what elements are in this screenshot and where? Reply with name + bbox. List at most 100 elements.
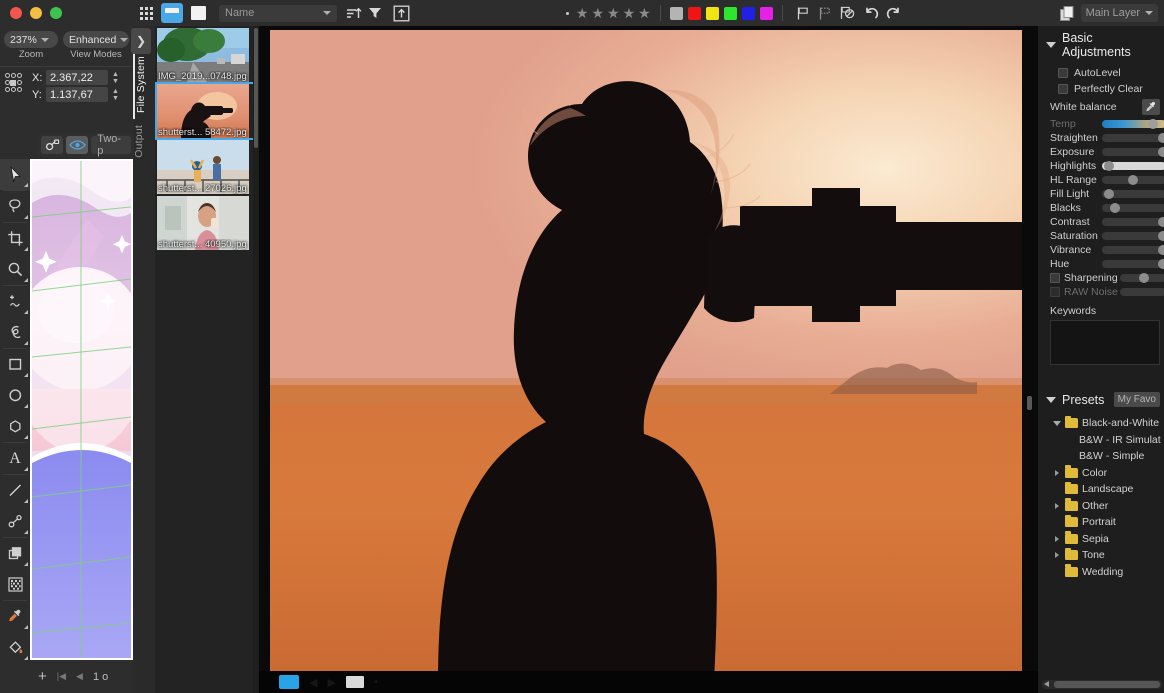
slider-row-exposure[interactable]: Exposure	[1038, 145, 1164, 159]
lock-toggle-button[interactable]	[41, 136, 64, 154]
bottom-view-icon[interactable]	[345, 676, 364, 688]
grid-view-button[interactable]	[135, 3, 157, 23]
export-button[interactable]	[390, 2, 412, 24]
blacks-slider-knob[interactable]	[1109, 203, 1120, 213]
pattern-tool[interactable]	[0, 569, 30, 600]
raw-noise-slider-track[interactable]	[1120, 287, 1164, 297]
zoom-level-dropdown[interactable]: 237%	[4, 31, 58, 48]
line-tool[interactable]	[0, 475, 30, 506]
slider-row-sharpening[interactable]: Sharpening	[1038, 271, 1164, 285]
color-label-yellow[interactable]	[705, 6, 719, 20]
sort-field-dropdown[interactable]: Name	[219, 4, 337, 22]
star-3-icon[interactable]: ★	[607, 5, 620, 22]
hl-range-slider-track[interactable]	[1102, 175, 1164, 185]
chevron-down-icon[interactable]	[1046, 42, 1056, 48]
disclosure-triangle[interactable]	[1052, 469, 1061, 476]
color-label-group[interactable]	[669, 6, 773, 20]
vibrance-slider-knob[interactable]	[1157, 245, 1164, 255]
hue-slider-knob[interactable]	[1157, 259, 1164, 269]
single-view-button[interactable]	[187, 3, 209, 23]
temp-slider-track[interactable]	[1102, 119, 1164, 129]
preset-folder-portrait[interactable]: Portrait	[1038, 514, 1164, 531]
flag-pick-button[interactable]	[792, 2, 814, 24]
fill-light-slider-track[interactable]	[1102, 189, 1164, 199]
keywords-input[interactable]	[1050, 320, 1160, 365]
highlights-slider-track[interactable]	[1102, 161, 1164, 171]
minimize-window-button[interactable]	[30, 7, 42, 19]
filmstrip-view-button[interactable]	[161, 3, 183, 23]
perfectly-clear-checkbox[interactable]	[1058, 84, 1068, 94]
coord-x-stepper[interactable]: ▲ ▼	[112, 71, 119, 85]
tab-output[interactable]: Output	[133, 119, 155, 164]
slider-row-hl-range[interactable]: HL Range	[1038, 173, 1164, 187]
anchor-point-icon[interactable]	[4, 72, 28, 100]
raw-noise-checkbox[interactable]	[1050, 287, 1060, 297]
bottom-nav-next-icon[interactable]: ▶	[327, 676, 335, 689]
eyedropper-tool[interactable]	[0, 601, 30, 632]
move-tool[interactable]	[0, 159, 30, 190]
autolevel-checkbox-row[interactable]: AutoLevel	[1038, 65, 1164, 81]
color-label-green[interactable]	[723, 6, 737, 20]
bottom-extra-icon[interactable]: ▪	[374, 676, 378, 688]
prev-layer-button[interactable]: ◀	[76, 671, 83, 682]
tab-file-system[interactable]: File System	[133, 50, 155, 120]
thumbnail-item[interactable]: shutterst... 40950.jpg	[157, 196, 255, 250]
disclosure-triangle[interactable]	[1052, 552, 1061, 559]
preset-item-bw-ir-simulation[interactable]: B&W - IR Simulat	[1038, 432, 1164, 449]
thumbnail-item[interactable]: shutterst... 27026.jpg	[157, 140, 255, 194]
panel-expander-button[interactable]: ❯	[131, 28, 151, 54]
presets-header[interactable]: Presets My Favo	[1038, 387, 1164, 411]
preset-folder-color[interactable]: Color	[1038, 465, 1164, 482]
coord-y-input[interactable]: 1.137,67	[46, 87, 108, 102]
slider-row-saturation[interactable]: Saturation	[1038, 229, 1164, 243]
perfectly-clear-checkbox-row[interactable]: Perfectly Clear	[1038, 81, 1164, 97]
slider-row-hue[interactable]: Hue	[1038, 257, 1164, 271]
highlights-slider-knob[interactable]	[1103, 161, 1114, 171]
zoom-tool[interactable]	[0, 254, 30, 285]
presets-horizontal-scrollbar[interactable]	[1042, 680, 1162, 689]
basic-adjustments-header[interactable]: Basic Adjustments	[1038, 26, 1164, 65]
straighten-slider-knob[interactable]	[1157, 133, 1164, 143]
disclosure-triangle[interactable]	[1052, 535, 1061, 542]
hue-slider-track[interactable]	[1102, 259, 1164, 269]
canvas-split-handle[interactable]	[1027, 396, 1032, 410]
undo-button[interactable]	[861, 2, 883, 24]
coord-x-input[interactable]: 2.367,22	[46, 70, 108, 85]
flag-none-button[interactable]	[836, 2, 858, 24]
disclosure-triangle[interactable]	[1052, 420, 1061, 426]
color-label-red[interactable]	[687, 6, 701, 20]
preset-folder-black-and-white[interactable]: Black-and-White	[1038, 415, 1164, 432]
rating-clear-dot[interactable]	[565, 11, 569, 15]
color-label-blue[interactable]	[741, 6, 755, 20]
curve-tool[interactable]	[0, 317, 30, 348]
vibrance-slider-track[interactable]	[1102, 245, 1164, 255]
slider-row-straighten[interactable]: Straighten	[1038, 131, 1164, 145]
first-layer-button[interactable]: |◀	[57, 671, 66, 682]
white-balance-picker-button[interactable]	[1142, 99, 1160, 115]
sharpening-checkbox[interactable]	[1050, 273, 1060, 283]
preset-folder-other[interactable]: Other	[1038, 498, 1164, 515]
layer-preview-canvas[interactable]: Two-p	[30, 133, 134, 660]
rating-control[interactable]: ★ ★ ★ ★ ★	[565, 5, 651, 22]
slider-row-blacks[interactable]: Blacks	[1038, 201, 1164, 215]
preset-folder-tone[interactable]: Tone	[1038, 547, 1164, 564]
slider-row-raw-noise[interactable]: RAW Noise	[1038, 285, 1164, 299]
preset-folder-wedding[interactable]: Wedding	[1038, 564, 1164, 581]
chevron-down-icon[interactable]	[1046, 396, 1056, 403]
blend-mode-dropdown[interactable]: Two-p	[91, 133, 131, 157]
polygon-tool[interactable]	[0, 411, 30, 442]
coord-y-stepper[interactable]: ▲ ▼	[112, 88, 119, 102]
layer-tool[interactable]	[0, 538, 30, 569]
exposure-slider-knob[interactable]	[1157, 147, 1164, 157]
layer-selector-dropdown[interactable]: Main Layer	[1080, 4, 1159, 22]
slider-row-vibrance[interactable]: Vibrance	[1038, 243, 1164, 257]
straighten-slider-track[interactable]	[1102, 133, 1164, 143]
contrast-slider-knob[interactable]	[1157, 217, 1164, 227]
filter-button[interactable]	[364, 2, 386, 24]
star-2-icon[interactable]: ★	[591, 5, 604, 22]
bottom-nav-prev-icon[interactable]: ◀	[309, 676, 317, 689]
contrast-slider-track[interactable]	[1102, 217, 1164, 227]
lasso-tool[interactable]	[0, 191, 30, 222]
my-favorites-button[interactable]: My Favo	[1113, 392, 1160, 407]
close-window-button[interactable]	[10, 7, 22, 19]
